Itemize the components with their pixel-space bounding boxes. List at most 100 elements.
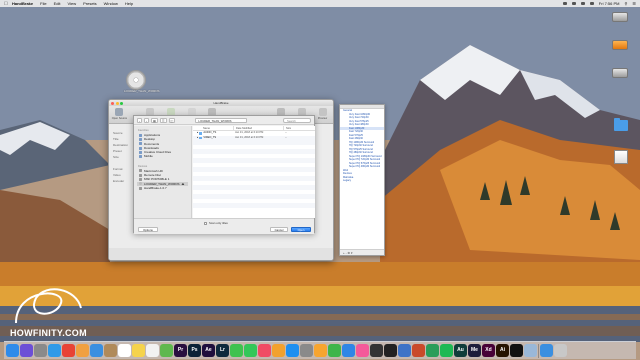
preset-group-legacy[interactable]: Legacy xyxy=(340,179,384,183)
downloads-icon[interactable] xyxy=(540,344,553,357)
battery-icon[interactable] xyxy=(589,2,594,5)
screenflow-icon[interactable] xyxy=(398,344,411,357)
column-size[interactable]: Size xyxy=(283,126,291,130)
file-list: Name Date Modified Size ▸ AUDIO_TS Jan 31… xyxy=(193,126,315,218)
menu-presets[interactable]: Presets xyxy=(83,1,97,6)
spotlight-icon[interactable]: ⚲ xyxy=(624,1,627,6)
facetime-icon[interactable] xyxy=(244,344,257,357)
back-button[interactable]: ‹ xyxy=(137,117,142,123)
trash-icon[interactable] xyxy=(554,344,567,357)
audition-icon[interactable]: Au xyxy=(454,344,467,357)
column-date-modified[interactable]: Date Modified xyxy=(233,126,283,130)
desktop-icon-drive-2[interactable] xyxy=(612,40,628,50)
dialog-footer: Scan only titles Options Cancel Open xyxy=(134,218,314,234)
obs-icon[interactable] xyxy=(384,344,397,357)
scan-label: Scan only titles xyxy=(209,221,228,225)
view-list-button[interactable]: ☰ xyxy=(159,117,167,123)
folder-icon xyxy=(614,118,628,131)
view-columns-button[interactable]: ◫ xyxy=(168,117,176,123)
view-icons-button[interactable]: ▦ xyxy=(151,117,158,123)
creative-cloud-icon xyxy=(139,150,142,154)
search-field[interactable]: Search xyxy=(283,117,311,123)
notification-center-icon[interactable]: ☰ xyxy=(632,1,636,6)
camtasia-icon[interactable] xyxy=(426,344,439,357)
volume-icon[interactable] xyxy=(580,2,585,5)
siri-icon[interactable] xyxy=(20,344,33,357)
folder-icon xyxy=(199,132,203,135)
preview-icon[interactable] xyxy=(524,344,537,357)
options-button[interactable]: Options xyxy=(138,227,158,232)
file-rows: ▸ AUDIO_TS Jan 31, 2018 at 6:10 PM -- ▸ VI… xyxy=(193,131,315,212)
preview-button[interactable]: Preview xyxy=(312,108,333,120)
brand-text: HOWFINITY.COM xyxy=(10,328,87,338)
pages-icon[interactable] xyxy=(314,344,327,357)
keynote-icon[interactable] xyxy=(342,344,355,357)
cancel-button[interactable]: Cancel xyxy=(270,227,288,232)
external-drive-icon xyxy=(139,178,142,182)
numbers-icon[interactable] xyxy=(328,344,341,357)
menu-clock[interactable]: Fri 7:56 PM xyxy=(599,1,620,6)
premiere-icon[interactable]: Pr xyxy=(174,344,187,357)
media-encoder-icon[interactable]: Me xyxy=(468,344,481,357)
davinci-icon[interactable] xyxy=(370,344,383,357)
reminders-icon[interactable] xyxy=(146,344,159,357)
menu-help[interactable]: Help xyxy=(125,1,133,6)
desktop-icon-folder[interactable] xyxy=(614,118,628,131)
menu-window[interactable]: Window xyxy=(104,1,118,6)
hard-drive-icon xyxy=(612,12,628,22)
illustrator-icon[interactable]: Ai xyxy=(496,344,509,357)
open-source-button[interactable]: Open Source xyxy=(109,108,130,120)
eject-icon[interactable]: ⏏ xyxy=(182,182,185,186)
music-icon[interactable] xyxy=(258,344,271,357)
xd-icon[interactable]: Xd xyxy=(482,344,495,357)
dvd-disc-icon xyxy=(126,70,146,90)
apple-menu-icon[interactable]:  xyxy=(4,1,12,7)
status-icon[interactable] xyxy=(562,2,567,5)
calendar-icon[interactable] xyxy=(118,344,131,357)
minimize-window-icon[interactable] xyxy=(115,101,119,105)
after-effects-icon[interactable]: Ae xyxy=(202,344,215,357)
scan-checkbox[interactable] xyxy=(204,221,207,225)
wifi-icon[interactable] xyxy=(571,2,576,5)
spotify-icon[interactable] xyxy=(440,344,453,357)
mail-icon[interactable] xyxy=(90,344,103,357)
photoshop-icon[interactable]: Ps xyxy=(188,344,201,357)
presets-panel: General Very Fast 1080p30 Very Fast 720p30… xyxy=(339,104,385,256)
desktop-icon-disk-image[interactable] xyxy=(614,150,628,164)
photos-icon[interactable] xyxy=(76,344,89,357)
open-button[interactable]: Open xyxy=(291,227,311,232)
menu-app-name[interactable]: HandBrake xyxy=(12,1,33,6)
file-size: -- xyxy=(285,135,287,139)
disclosure-icon[interactable]: ▸ xyxy=(197,136,198,141)
notes-icon[interactable] xyxy=(132,344,145,357)
maps-icon[interactable] xyxy=(160,344,173,357)
chrome-icon[interactable] xyxy=(62,344,75,357)
forward-button[interactable]: › xyxy=(144,117,149,123)
itunes-icon[interactable] xyxy=(356,344,369,357)
desktop-icon-drive-3[interactable] xyxy=(612,68,628,78)
handbrake-icon[interactable] xyxy=(412,344,425,357)
close-window-icon[interactable] xyxy=(111,101,114,105)
zoom-window-icon[interactable] xyxy=(120,101,123,105)
finder-icon[interactable] xyxy=(6,344,19,357)
messages-icon[interactable] xyxy=(230,344,243,357)
app-store-icon[interactable] xyxy=(286,344,299,357)
path-popup[interactable]: LOUDER_THAN_WORDS xyxy=(195,117,248,123)
scan-only-titles-option[interactable]: Scan only titles xyxy=(204,221,228,225)
books-icon[interactable] xyxy=(272,344,285,357)
launchpad-icon[interactable] xyxy=(34,344,47,357)
system-preferences-icon[interactable] xyxy=(300,344,313,357)
presets-controls[interactable]: + - ⚙ ▾ xyxy=(340,249,384,255)
terminal-icon[interactable] xyxy=(510,344,523,357)
safari-icon[interactable] xyxy=(48,344,61,357)
menu-edit[interactable]: Edit xyxy=(54,1,61,6)
menu-view[interactable]: View xyxy=(67,1,76,6)
column-name[interactable]: Name xyxy=(193,126,233,130)
lightroom-icon[interactable]: Lr xyxy=(216,344,229,357)
window-titlebar[interactable]: HandBrake xyxy=(109,100,333,106)
desktop-icon-drive-1[interactable] xyxy=(612,12,628,22)
desktop-icon-dvd[interactable]: LOUDER_THAN_WORDS xyxy=(124,70,160,94)
menu-file[interactable]: File xyxy=(40,1,46,6)
sidebar-item-handbrake-dmg[interactable]: HandBrake-1.0.7 xyxy=(137,186,188,190)
contacts-icon[interactable] xyxy=(104,344,117,357)
